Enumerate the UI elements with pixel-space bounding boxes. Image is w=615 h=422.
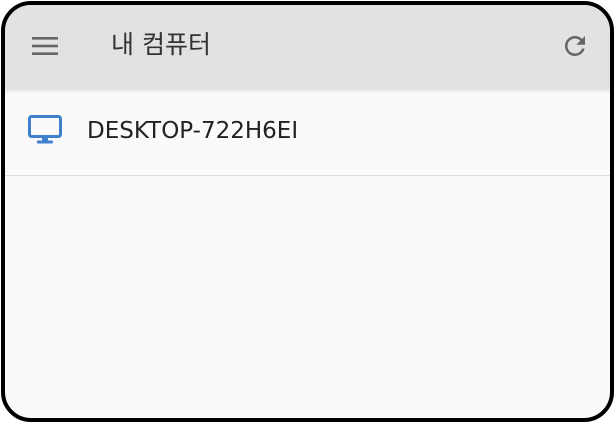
computer-list: DESKTOP-722H6EI	[5, 89, 610, 176]
page-title: 내 컴퓨터	[111, 30, 211, 59]
computer-list-item[interactable]: DESKTOP-722H6EI	[5, 89, 610, 176]
desktop-computer-icon	[28, 115, 62, 145]
computer-name: DESKTOP-722H6EI	[87, 118, 299, 144]
hamburger-menu-icon[interactable]	[32, 35, 58, 57]
app-bar: 내 컴퓨터	[5, 5, 610, 89]
app-window: 내 컴퓨터 DESKTOP-722H6EI	[1, 1, 614, 422]
refresh-icon[interactable]	[560, 31, 590, 61]
